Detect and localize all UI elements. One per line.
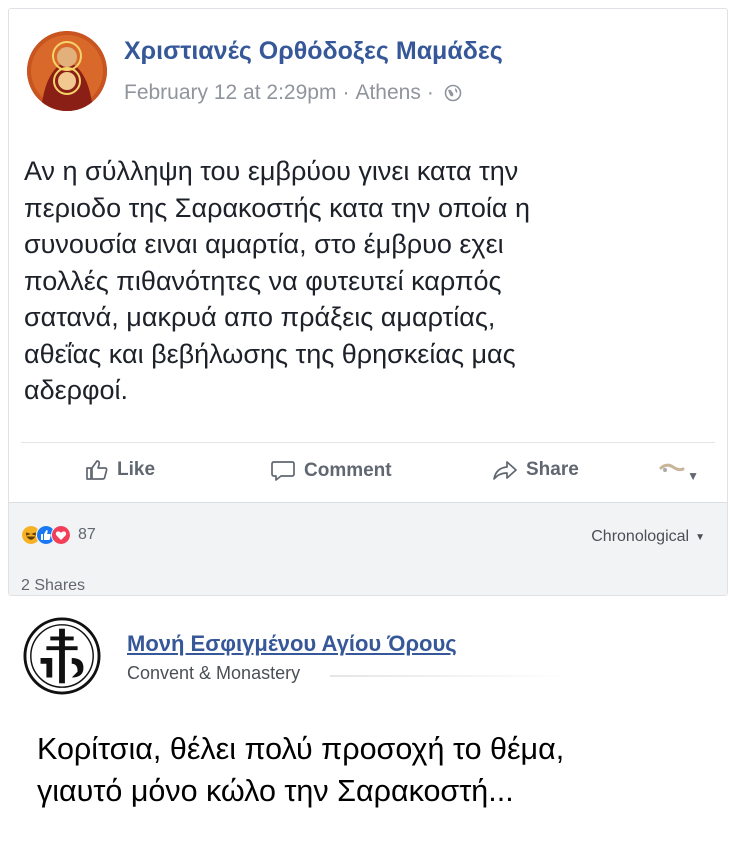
- chevron-down-icon: ▼: [695, 531, 705, 543]
- comment-icon: [271, 461, 295, 481]
- post-text-line: αδερφοί.: [24, 375, 129, 405]
- facebook-post-card: Χριστιανές Ορθόδοξες Μαμάδες February 12…: [8, 8, 728, 596]
- divider: [21, 442, 715, 443]
- page-category: Convent & Monastery: [127, 663, 301, 683]
- monastery-logo-icon[interactable]: [23, 617, 101, 695]
- page-name-link[interactable]: Χριστιανές Ορθόδοξες Μαμάδες: [124, 37, 503, 66]
- reaction-count: 87: [78, 526, 96, 543]
- reactions-summary[interactable]: 87: [21, 525, 96, 545]
- post-location[interactable]: Athens: [355, 81, 420, 105]
- post-text-line: περιοδο της Σαρακοστής κατα την οποία η: [24, 192, 530, 223]
- monastery-name-link[interactable]: Μονή Εσφιγμένου Αγίου Όρους: [127, 631, 457, 657]
- like-label: Like: [117, 459, 156, 480]
- post-date[interactable]: February 12 at 2:29pm: [124, 81, 336, 105]
- post-text-line: σατανά, μακρυά απο πράξεις αμαρτίας,: [24, 302, 496, 332]
- meme-caption: Κορίτσια, θέλει πολύ προσοχή το θέμα, γι…: [37, 728, 564, 812]
- icon-avatar-image: [27, 31, 107, 111]
- share-button[interactable]: Share: [492, 459, 579, 481]
- like-button[interactable]: Like: [85, 459, 155, 481]
- meta-separator: ·: [342, 81, 350, 104]
- meta-separator-2: ·: [426, 81, 434, 104]
- more-options-caret[interactable]: ▼: [687, 469, 699, 483]
- post-text-line: συνουσία ειναι αμαρτία, στο έμβρυο εχει: [24, 229, 504, 259]
- sort-dropdown[interactable]: Chronological ▼: [591, 528, 705, 546]
- comment-button[interactable]: Comment: [270, 459, 392, 483]
- love-icon: [51, 525, 71, 545]
- post-text-line: πολλές πιθανότητες να φυτευτεί καρπός: [24, 265, 502, 296]
- thumbs-up-icon: [86, 460, 108, 480]
- caption-line: γιαυτό μόνο κώλο την Σαρακοστή...: [37, 774, 514, 808]
- post-text-line: αθεΐας και βεβήλωσης της θρησκείας μας: [24, 338, 516, 369]
- post-meta: February 12 at 2:29pm · Athens ·: [124, 81, 462, 105]
- post-text: Αν η σύλληψη του εμβρύου γινει κατα την …: [24, 153, 714, 409]
- post-text-line: Αν η σύλληψη του εμβρύου γινει κατα την: [24, 156, 519, 186]
- reactions-bar: 87 Chronological ▼ 2 Shares: [9, 503, 727, 595]
- page-avatar[interactable]: [27, 31, 107, 111]
- comment-label: Comment: [304, 460, 392, 481]
- sort-label: Chronological: [591, 528, 690, 545]
- caption-line: Κορίτσια, θέλει πολύ προσοχή το θέμα,: [37, 732, 565, 766]
- sticker-icon[interactable]: [659, 461, 687, 479]
- faded-decoration: [330, 675, 570, 677]
- page-suggestion-card: Μονή Εσφιγμένου Αγίου Όρους Convent & Mo…: [0, 600, 734, 708]
- share-arrow-icon: [493, 461, 517, 480]
- globe-icon[interactable]: [444, 84, 462, 102]
- share-label: Share: [526, 459, 579, 480]
- shares-count[interactable]: 2 Shares: [21, 577, 85, 595]
